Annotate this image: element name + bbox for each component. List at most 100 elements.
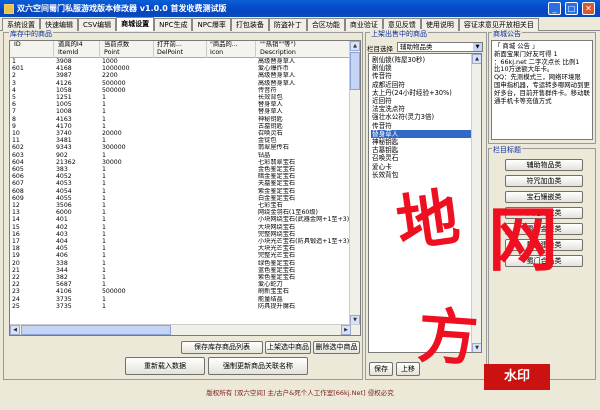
table-row[interactable]: 12 3506 1 七彩宝石 (10, 202, 350, 209)
table-row[interactable]: 4 1058 500000 传音符 (10, 87, 350, 94)
vscroll-thumb[interactable] (350, 52, 360, 90)
table-row[interactable]: 2 3987 2200 高级替身草人 (10, 72, 350, 79)
list-item[interactable]: 长效背包 (371, 171, 471, 179)
table-cell: 1 (102, 295, 106, 303)
list-item[interactable]: 太上丹(24小时经验+30%) (371, 89, 471, 97)
reload-data-button[interactable]: 重新载入数据 (125, 357, 205, 375)
category-select[interactable]: 辅助物品类 ▼ (397, 42, 483, 52)
table-cell: 401 (56, 216, 68, 224)
delete-selected-button[interactable]: 删除选中商品 (313, 341, 360, 354)
list-item[interactable]: 传音符 (371, 72, 471, 80)
scroll-up-icon[interactable]: ▲ (472, 54, 481, 64)
table-row[interactable]: 7 1008 1 替身草人 (10, 108, 350, 115)
list-item[interactable]: 强壮水公符(灵力3倍) (371, 113, 471, 121)
table-row[interactable]: 602 9343 300000 翡翠屋传石 (10, 144, 350, 151)
list-item[interactable]: 替身草人 (371, 129, 471, 138)
column-header[interactable]: "商品的... Icon (208, 41, 256, 58)
tab-7[interactable]: 防盗补丁 (268, 18, 307, 31)
list-item[interactable]: 成都近回符 (371, 81, 471, 89)
table-row[interactable]: 605 383 1 金色鉴定宝石 (10, 166, 350, 173)
table-row[interactable]: 608 4054 1 紫金鉴定宝石 (10, 188, 350, 195)
notice-line: 通手机卡等充值方式 (494, 96, 552, 105)
mall-notice-text[interactable]: 「 商城 公告 」新面宝果门好友可得 1 ：66kj.net 二字次点长 比例1 比… (491, 40, 593, 140)
scroll-left-icon[interactable]: ◀ (10, 325, 20, 335)
table-row[interactable]: 607 4053 1 天墓鉴定宝石 (10, 180, 350, 187)
table-row[interactable]: 17 404 1 小块光芒宝石(防具锻造+1至+3) (10, 238, 350, 245)
tab-8[interactable]: 合区功能 (306, 18, 345, 31)
table-row[interactable]: 601 4168 1000000 爱心爆炸币 (10, 65, 350, 72)
table-row[interactable]: 606 4052 1 暗金鉴定宝石 (10, 173, 350, 180)
table-row[interactable]: 6 1005 1 替身草人 (10, 101, 350, 108)
table-cell: 3740 (56, 130, 72, 137)
table-row[interactable]: 8 4163 1 神秘钥匙 (10, 116, 350, 123)
table-row[interactable]: 19 406 1 完整光芒宝石 (10, 252, 350, 259)
table-row[interactable]: 603 902 1 钻晶 (10, 152, 350, 159)
close-button[interactable]: ✕ (582, 2, 595, 15)
table-row[interactable]: 604 21362 30000 七彩翡翠宝石 (10, 159, 350, 166)
minimize-button[interactable]: _ (548, 2, 561, 15)
column-header[interactable]: 当前点数 Point (102, 41, 154, 58)
tab-4[interactable]: NPC生成 (154, 18, 193, 31)
tab-3[interactable]: 商城设置 (116, 17, 155, 31)
force-update-names-button[interactable]: 强制更新商品关联名称 (208, 357, 308, 375)
table-cell: 6 (12, 101, 16, 109)
table-row[interactable]: 11 3481 1 金锭包 (10, 137, 350, 144)
table-row[interactable]: 25 3735 1 防具提升魔石 (10, 303, 350, 310)
list-item[interactable]: 神秘钥匙 (371, 138, 471, 146)
table-row[interactable]: 24 3735 1 能量结晶 (10, 296, 350, 303)
table-row[interactable]: 15 402 1 大块网绕宝石 (10, 224, 350, 231)
scroll-right-icon[interactable]: ▶ (341, 325, 351, 335)
goods-table-vscrollbar[interactable]: ▲ ▼ (349, 41, 360, 325)
column-button[interactable]: 符咒加血类 (505, 175, 583, 187)
column-button[interactable]: 辅助物品类 (505, 159, 583, 171)
add-to-sale-button[interactable]: 上架选中商品 (265, 341, 311, 354)
table-cell: 1000 (102, 58, 118, 65)
category-select-value: 辅助物品类 (400, 43, 433, 51)
table-row[interactable]: 23 4106 500000 刷新宝宝石 (10, 288, 350, 295)
list-item[interactable]: 传音符 (371, 122, 471, 130)
table-row[interactable]: 3 4126 500000 高级替身草人 (10, 80, 350, 87)
column-header[interactable]: ""热销""等") Description (258, 41, 350, 58)
scroll-up-icon[interactable]: ▲ (350, 41, 360, 51)
column-header[interactable]: 打开前... DelPoint (155, 41, 207, 58)
table-cell: 刷新宝宝石 (258, 288, 289, 296)
list-item[interactable]: 近回符 (371, 97, 471, 105)
table-row[interactable]: 14 401 1 小块网绕宝石(武器金网+1至+3) (10, 216, 350, 223)
table-row[interactable]: 22 5687 1 爱心蛇刀 (10, 281, 350, 288)
table-row[interactable]: 20 338 1 绿色鉴定宝石 (10, 260, 350, 267)
table-cell: 蓝色鉴定宝石 (258, 266, 296, 274)
save-inventory-button[interactable]: 保存库存商品列表 (181, 341, 263, 354)
list-item[interactable]: 召唤灵石 (371, 154, 471, 162)
table-row[interactable]: 1 3908 1000 高级替身草人 (10, 58, 350, 65)
chevron-down-icon[interactable]: ▼ (473, 43, 482, 51)
table-cell: 21362 (56, 158, 76, 166)
tab-5[interactable]: NPC爆率 (192, 18, 231, 31)
app-icon (4, 3, 14, 14)
table-row[interactable]: 10 3740 20000 召唤灵石 (10, 130, 350, 137)
list-item[interactable]: 爱心卡 (371, 163, 471, 171)
table-cell: 18 (12, 245, 20, 253)
table-row[interactable]: 9 4170 1 古墓钥匙 (10, 123, 350, 130)
goods-table-hscrollbar[interactable]: ◀ ▶ (10, 324, 360, 335)
column-header[interactable]: ID (12, 41, 54, 58)
table-cell: 高级替身草人 (258, 58, 296, 65)
table-row[interactable]: 13 6000 1 网绕金羽石(1至60级) (10, 209, 350, 216)
table-cell: 22 (12, 281, 20, 289)
column-header[interactable]: 道具的I4 ItemId (56, 41, 100, 58)
table-row[interactable]: 16 403 1 完整网绕宝石 (10, 231, 350, 238)
table-row[interactable]: 22 382 1 紫色鉴定宝石 (10, 274, 350, 281)
table-row[interactable]: 5 1251 1 长效背包 (10, 94, 350, 101)
maximize-button[interactable]: □ (565, 2, 578, 15)
table-row[interactable]: 21 344 1 蓝色鉴定宝石 (10, 267, 350, 274)
table-row[interactable]: 18 405 1 大块光芒宝石 (10, 245, 350, 252)
table-row[interactable]: 609 4055 1 白金鉴定宝石 (10, 195, 350, 202)
list-item[interactable]: 剧仙锁(阵屋30秒) (371, 56, 471, 64)
tab-2[interactable]: CSV编辑 (78, 18, 117, 31)
table-cell: 1 (102, 187, 106, 195)
table-cell: 1 (102, 94, 106, 101)
save-sale-button[interactable]: 保存 (369, 362, 393, 376)
hscroll-thumb[interactable] (21, 325, 171, 335)
table-cell: 9 (12, 122, 16, 130)
table-cell: 3908 (56, 58, 72, 65)
tab-6[interactable]: 打包装备 (230, 18, 269, 31)
